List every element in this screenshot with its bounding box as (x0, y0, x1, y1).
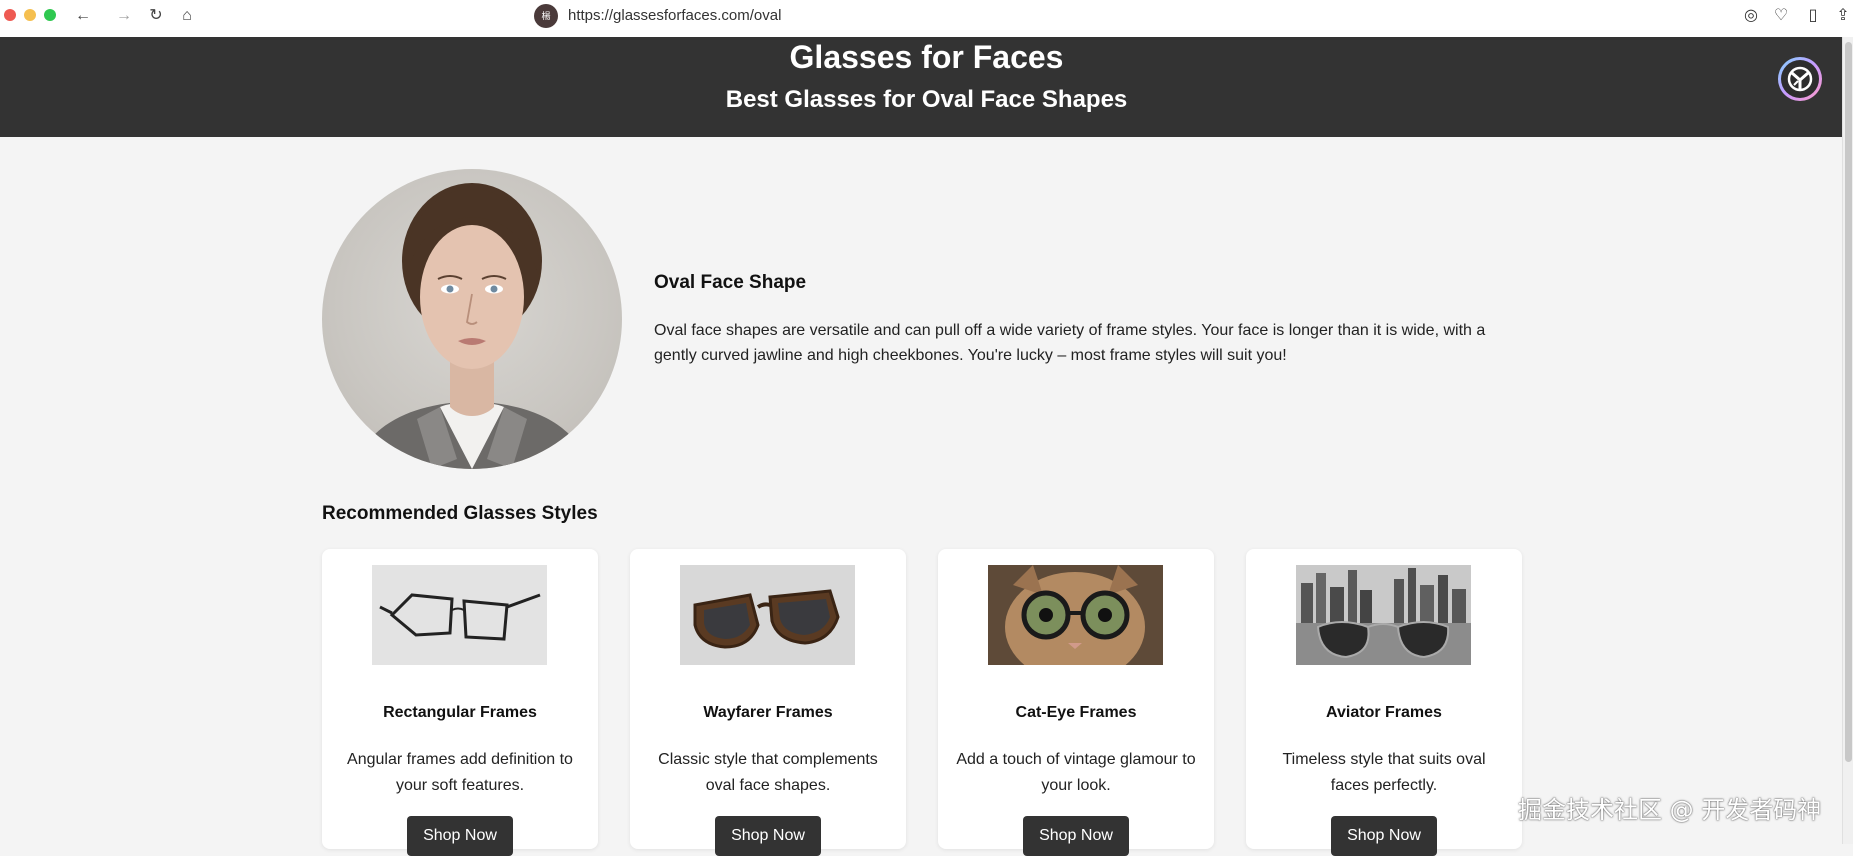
watermark-text: 掘金技术社区 @ 开发者码神 (1518, 796, 1822, 824)
cat-eye-frames-image (988, 565, 1163, 665)
card-title: Aviator Frames (1326, 704, 1442, 721)
address-bar[interactable]: 楊 https://glassesforfaces.com/oval (530, 1, 1330, 31)
maximize-window-button[interactable] (44, 9, 56, 21)
card-title: Cat-Eye Frames (1015, 704, 1137, 721)
spiral-extension-icon[interactable]: ◎ (1740, 5, 1762, 27)
card-title: Rectangular Frames (383, 704, 537, 721)
oval-face-portrait-image (322, 169, 622, 469)
browser-toolbar: ← → ↻ ⌂ 楊 https://glassesforfaces.com/ov… (0, 0, 1853, 38)
reload-icon[interactable]: ↻ (145, 5, 167, 27)
home-icon[interactable]: ⌂ (176, 5, 198, 27)
share-icon[interactable]: ⇪ (1832, 5, 1853, 27)
wayfarer-frames-image (680, 565, 855, 665)
product-card: Rectangular Frames Angular frames add de… (322, 549, 598, 856)
back-arrow-icon[interactable]: ← (72, 5, 94, 27)
card-description: Add a touch of vintage glamour to your l… (956, 751, 1196, 794)
close-window-button[interactable] (4, 9, 16, 21)
page-subtitle: Best Glasses for Oval Face Shapes (725, 86, 1128, 113)
site-header: Glasses for Faces Best Glasses for Oval … (0, 37, 1853, 137)
product-card: Cat-Eye Frames Add a touch of vintage gl… (938, 549, 1214, 856)
card-description: Angular frames add definition to your so… (347, 751, 573, 794)
aviator-frames-image (1296, 565, 1471, 665)
shop-now-button[interactable]: Shop Now (407, 816, 513, 856)
shop-now-button[interactable]: Shop Now (1023, 816, 1129, 856)
bookmark-icon[interactable]: ▯ (1802, 5, 1824, 27)
page-scrollbar[interactable] (1842, 37, 1853, 844)
product-card: Aviator Frames Timeless style that suits… (1246, 549, 1522, 856)
assistant-extension-button[interactable] (1778, 57, 1822, 101)
minimize-window-button[interactable] (24, 9, 36, 21)
card-description: Timeless style that suits oval faces per… (1282, 751, 1486, 794)
forward-arrow-icon[interactable]: → (113, 5, 135, 27)
heart-icon[interactable]: ♡ (1770, 5, 1792, 27)
recommendations-heading: Recommended Glasses Styles (322, 503, 598, 524)
shop-now-button[interactable]: Shop Now (715, 816, 821, 856)
face-shape-description: Oval face shapes are versatile and can p… (654, 322, 1486, 364)
site-title: Glasses for Faces (789, 39, 1064, 75)
card-description: Classic style that complements oval face… (658, 751, 878, 794)
product-card: Wayfarer Frames Classic style that compl… (630, 549, 906, 856)
url-text[interactable]: https://glassesforfaces.com/oval (568, 7, 781, 24)
scrollbar-thumb[interactable] (1845, 42, 1852, 762)
shop-now-button[interactable]: Shop Now (1331, 816, 1437, 856)
rectangular-frames-image (372, 565, 547, 665)
assistant-logo-icon (1781, 60, 1819, 98)
site-favicon-icon: 楊 (534, 4, 558, 28)
card-title: Wayfarer Frames (703, 704, 833, 721)
face-shape-heading: Oval Face Shape (654, 272, 807, 293)
